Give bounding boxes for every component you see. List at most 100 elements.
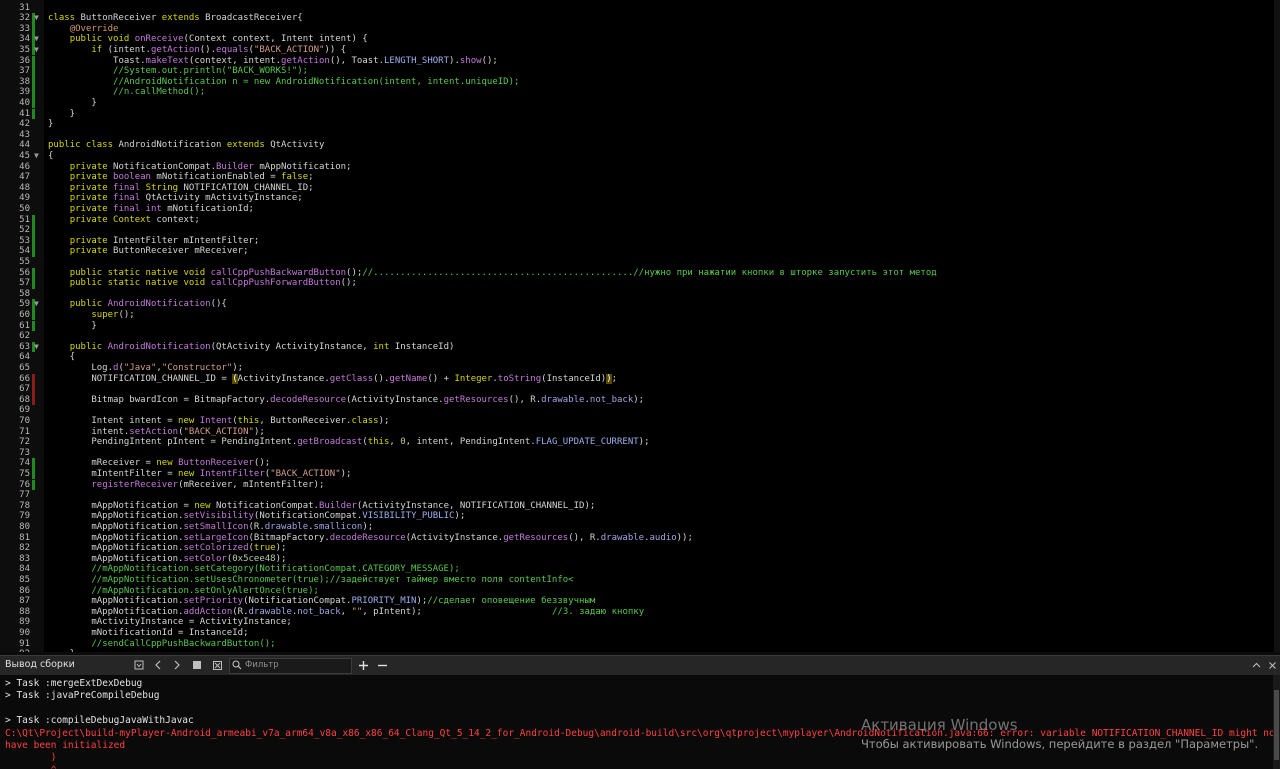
zoom-out-icon[interactable] [374,657,390,673]
stop-icon[interactable] [190,657,204,673]
line-number: 71 [19,426,30,437]
code-token: 0x5cee48 [232,553,276,564]
code-token: getAction [150,44,200,55]
code-token: (); [481,55,498,66]
build-output[interactable]: > Task :mergeExtDexDebug > Task :javaPreC… [0,675,1280,769]
code-line: private final String NOTIFICATION_CHANNE… [48,183,314,194]
code-line: Intent intent = new Intent(this, ButtonR… [48,416,389,427]
code-token: (R. [248,521,265,532]
code-token: (mReceiver, mIntentFilter); [178,479,325,490]
close-icon[interactable] [1266,657,1278,673]
code-token: PRIORITY_MIN [351,596,417,607]
code-token: //mAppNotification.setOnlyAlertOnce(true… [91,585,319,596]
code-line: mReceiver = new ButtonReceiver(); [48,458,270,469]
code-token: } [48,97,97,108]
maximize-icon[interactable] [1250,657,1262,673]
code-token: (){ [210,299,227,310]
code-token: private [69,193,114,204]
fold-arrow-icon[interactable]: ▼ [34,342,42,353]
output-scrollbar-thumb[interactable] [1274,690,1279,760]
activation-watermark-text: Чтобы активировать Windows, перейдите в … [861,737,1259,751]
code-token: final int [113,203,168,214]
code-token: final [113,182,146,193]
code-line: mNotificationId = InstanceId; [48,628,248,639]
code-token: QtActivity mActivityInstance; [145,193,303,204]
code-token: (BitmapFactory. [248,532,330,543]
code-token: ); [378,415,390,426]
code-token: ); [633,394,645,405]
code-token: //sendCallCppPushBackwardButton(); [91,638,276,649]
code-token: show [459,55,482,66]
code-token: LENGTH_SHORT [384,55,450,66]
line-number: 91 [19,638,30,649]
code-line: //mAppNotification.setCategory(Notificat… [48,564,459,575]
fold-arrow-icon[interactable]: ▼ [34,299,42,310]
code-token: smallicon [313,521,363,532]
code-token: Log. [48,362,114,373]
fold-arrow-icon[interactable]: ▼ [34,45,42,56]
line-number: 88 [19,606,30,617]
line-number: 78 [19,500,30,511]
next-icon[interactable] [170,657,184,673]
line-number: 55 [19,256,30,267]
clear-icon[interactable] [210,657,224,673]
code-line: public static native void callCppPushBac… [48,268,937,279]
code-token: getName [389,373,428,384]
added-line-marker [32,76,35,88]
code-token: AndroidNotification [107,341,211,352]
code-token: (). [199,44,217,55]
code-token: } [48,119,54,130]
line-number: 41 [19,108,30,119]
fold-arrow-icon[interactable]: ▼ [34,13,42,24]
changed-line-marker [32,384,35,395]
zoom-in-icon[interactable] [355,657,371,673]
code-line: private IntentFilter mIntentFilter; [48,235,260,247]
code-token: //mAppNotification.setUsesChronometer(tr… [91,574,574,585]
code-token: public void [69,34,135,45]
line-number: 47 [19,172,30,183]
line-number: 39 [19,87,30,98]
code-token: (); [340,278,357,289]
code-line: mAppNotification.setLargeIcon(BitmapFact… [48,533,693,544]
line-number: 53 [19,235,30,246]
code-token: setColor [183,553,227,564]
code-line: //mAppNotification.setOnlyAlertOnce(true… [48,586,319,597]
added-line-marker [32,468,35,480]
code-token: (InstanceId) [541,373,607,384]
code-token: ); [340,468,352,479]
fold-arrow-icon[interactable]: ▼ [34,151,42,162]
line-number: 60 [19,309,30,320]
prev-icon[interactable] [151,657,165,673]
code-token: (R. [232,606,249,617]
code-line: mAppNotification.setSmallIcon(R.drawable… [48,522,373,533]
editor-scrollbar[interactable] [1274,0,1280,652]
fold-arrow-icon[interactable]: ▼ [34,34,42,45]
code-token: drawable [264,521,309,532]
code-token: setColorized [183,543,249,554]
line-number: 59 [19,299,30,310]
code-token: IntentFilter mIntentFilter; [113,235,260,246]
code-line: mAppNotification.setColor(0x5cee48); [48,554,286,565]
added-line-marker [32,108,35,120]
code-line: private final QtActivity mActivityInstan… [48,193,303,204]
code-editor[interactable]: 31 32 ▼ 33 34 ▼ 35 ▼ 36 37 38 39 40 41 42 43 44 45 ▼ 46 47 48… [0,0,1280,652]
panel-menu-icon[interactable] [133,657,145,673]
changed-line-marker [32,373,35,385]
code-token: setVisibility [183,511,254,522]
line-number: 38 [19,76,30,87]
code-token: ButtonReceiver [80,13,162,24]
added-line-marker [32,225,35,236]
code-token: NOTIFICATION_CHANNEL_ID; [183,182,314,193]
code-token: private [69,203,114,214]
line-number: 46 [19,161,30,172]
filter-input[interactable]: Фильтр [229,658,352,674]
code-line: mAppNotification.addAction(R.drawable.no… [48,607,644,618]
code-token: PendingIntent pIntent = PendingIntent. [48,437,298,448]
code-line: intent.setAction("BACK_ACTION"); [48,427,264,438]
line-number: 89 [19,617,30,628]
